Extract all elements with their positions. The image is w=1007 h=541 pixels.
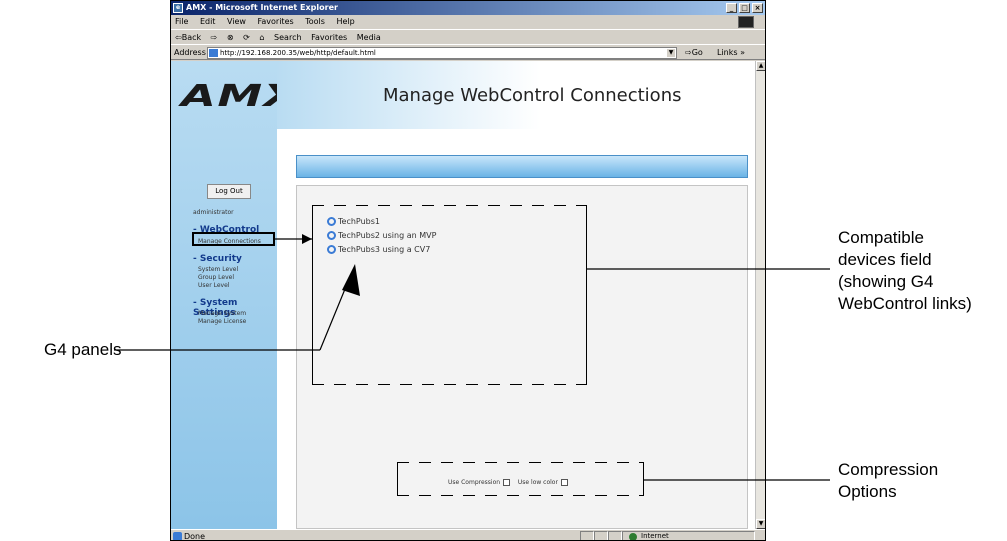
status-pane <box>594 531 608 540</box>
menu-favorites[interactable]: Favorites <box>258 17 294 26</box>
menu-edit[interactable]: Edit <box>200 17 216 26</box>
back-button[interactable]: ⇦Back <box>175 33 201 42</box>
search-button[interactable]: Search <box>274 33 301 42</box>
ie-icon: e <box>173 3 183 13</box>
sidebar: AMX Log Out administrator - WebControl M… <box>171 61 298 529</box>
devices-dashed-box <box>312 205 587 385</box>
scroll-down-icon[interactable]: ▼ <box>756 519 765 529</box>
nav-manage-system[interactable]: Manage System <box>198 310 246 317</box>
nav-security-header[interactable]: - Security <box>193 254 242 264</box>
page-title: Manage WebControl Connections <box>383 85 682 106</box>
favorites-button[interactable]: Favorites <box>311 33 347 42</box>
address-label: Address <box>174 48 206 57</box>
close-button[interactable]: × <box>752 3 763 13</box>
nav-manage-license[interactable]: Manage License <box>198 318 246 325</box>
nav-system-level[interactable]: System Level <box>198 266 238 273</box>
refresh-icon[interactable]: ⟳ <box>243 33 250 42</box>
media-button[interactable]: Media <box>357 33 381 42</box>
compression-dashed-box <box>397 462 644 496</box>
compression-options-annotation: Compression Options <box>838 460 939 501</box>
title-bar: e AMX - Microsoft Internet Explorer _ □ … <box>171 1 765 15</box>
security-zone: Internet <box>622 531 755 540</box>
username: administrator <box>193 209 234 216</box>
toolbar: ⇦Back ⇨ ⊗ ⟳ ⌂ Search Favorites Media <box>171 29 765 44</box>
address-bar: Address http://192.168.200.35/web/http/d… <box>171 44 765 60</box>
status-pane <box>608 531 622 540</box>
logout-button[interactable]: Log Out <box>207 184 251 199</box>
scroll-up-icon[interactable]: ▲ <box>756 61 765 71</box>
chevron-down-icon[interactable]: ▼ <box>667 49 675 57</box>
address-input[interactable]: http://192.168.200.35/web/http/default.h… <box>207 47 677 59</box>
menu-bar: File Edit View Favorites Tools Help <box>171 15 765 29</box>
menu-file[interactable]: File <box>175 17 188 26</box>
header-bar <box>296 155 748 178</box>
globe-icon <box>629 533 637 540</box>
menu-view[interactable]: View <box>227 17 246 26</box>
page-header: Manage WebControl Connections <box>277 61 755 129</box>
nav-group-level[interactable]: Group Level <box>198 274 234 281</box>
status-text: Done <box>184 532 206 541</box>
go-button[interactable]: ⇨Go <box>685 45 703 61</box>
links-button[interactable]: Links » <box>717 45 745 61</box>
manage-connections-highlight <box>192 232 275 246</box>
page-icon <box>209 49 218 57</box>
minimize-button[interactable]: _ <box>726 3 737 13</box>
menu-tools[interactable]: Tools <box>305 17 325 26</box>
status-page-icon <box>173 532 182 540</box>
compatible-devices-annotation: Compatible devices field (showing G4 Web… <box>838 228 972 313</box>
status-pane <box>580 531 594 540</box>
stop-icon[interactable]: ⊗ <box>227 33 234 42</box>
address-value: http://192.168.200.35/web/http/default.h… <box>220 49 376 57</box>
maximize-button[interactable]: □ <box>739 3 750 13</box>
nav-user-level[interactable]: User Level <box>198 282 229 289</box>
status-bar: Done Internet <box>171 529 765 541</box>
window-title: AMX - Microsoft Internet Explorer <box>186 3 338 12</box>
home-icon[interactable]: ⌂ <box>259 33 264 42</box>
vertical-scrollbar[interactable]: ▲ ▼ <box>755 61 765 529</box>
g4-panels-annotation: G4 panels <box>44 340 122 359</box>
forward-button[interactable]: ⇨ <box>211 33 218 42</box>
windows-logo-icon <box>738 16 754 28</box>
menu-help[interactable]: Help <box>336 17 354 26</box>
